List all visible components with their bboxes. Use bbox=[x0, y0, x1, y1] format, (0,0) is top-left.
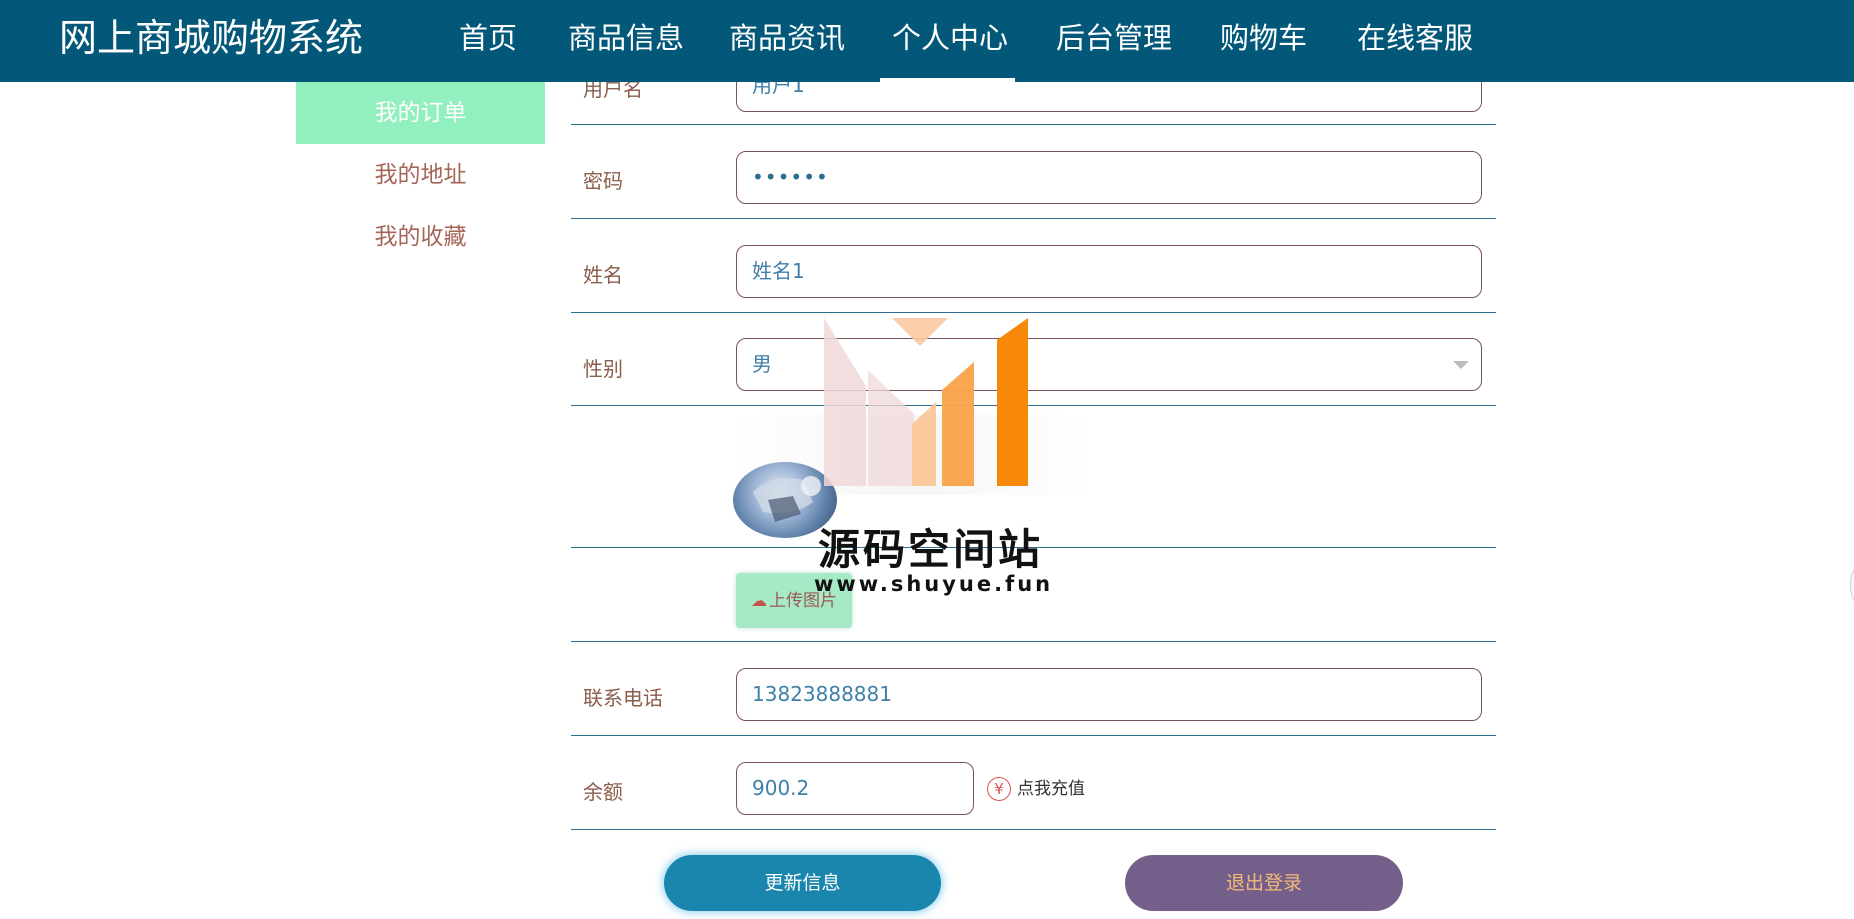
recharge-link[interactable]: ¥ 点我充值 bbox=[987, 774, 1085, 804]
cloud-upload-icon: ☁ bbox=[751, 591, 767, 610]
form-row-name: 姓名 姓名1 bbox=[571, 219, 1496, 313]
nav-products[interactable]: 商品信息 bbox=[568, 0, 684, 82]
form-row-phone: 联系电话 13823888881 bbox=[571, 642, 1496, 736]
site-title: 网上商城购物系统 bbox=[59, 16, 364, 60]
top-navbar: 网上商城购物系统 首页 商品信息 商品资讯 个人中心 后台管理 购物车 在线客服 bbox=[0, 0, 1854, 82]
yen-icon: ¥ bbox=[987, 777, 1011, 801]
gender-select-value: 男 bbox=[752, 352, 772, 376]
nav-admin[interactable]: 后台管理 bbox=[1056, 0, 1172, 82]
gender-label: 性别 bbox=[583, 357, 623, 381]
watermark-text: 源码空间站 bbox=[818, 525, 1044, 574]
password-input[interactable]: •••••• bbox=[736, 151, 1482, 204]
sidebar-item-address[interactable]: 我的地址 bbox=[296, 144, 545, 206]
balance-label: 余额 bbox=[583, 780, 623, 804]
chevron-down-icon bbox=[1453, 361, 1469, 369]
name-label: 姓名 bbox=[583, 263, 623, 287]
form-row-gender: 性别 男 bbox=[571, 313, 1496, 406]
logout-button[interactable]: 退出登录 bbox=[1125, 855, 1403, 911]
phone-label: 联系电话 bbox=[583, 686, 663, 710]
phone-input[interactable]: 13823888881 bbox=[736, 668, 1482, 721]
nav-news[interactable]: 商品资讯 bbox=[729, 0, 845, 82]
nav-cart[interactable]: 购物车 bbox=[1220, 0, 1307, 82]
sidebar-item-orders[interactable]: 我的订单 bbox=[296, 82, 545, 144]
nav-personal-center[interactable]: 个人中心 bbox=[880, 0, 1015, 82]
sidebar-item-favorites[interactable]: 我的收藏 bbox=[296, 206, 545, 268]
name-input[interactable]: 姓名1 bbox=[736, 245, 1482, 298]
floating-side-handle[interactable] bbox=[1850, 566, 1854, 604]
update-info-button[interactable]: 更新信息 bbox=[664, 855, 941, 911]
recharge-label: 点我充值 bbox=[1017, 779, 1085, 799]
watermark-logo-icon bbox=[824, 318, 1028, 486]
balance-input[interactable]: 900.2 bbox=[736, 762, 974, 815]
nav-customer-service[interactable]: 在线客服 bbox=[1357, 0, 1473, 82]
password-label: 密码 bbox=[583, 169, 623, 193]
form-row-password: 密码 •••••• bbox=[571, 125, 1496, 219]
nav-home[interactable]: 首页 bbox=[459, 0, 517, 82]
watermark-url: www.shuyue.fun bbox=[814, 572, 1054, 596]
